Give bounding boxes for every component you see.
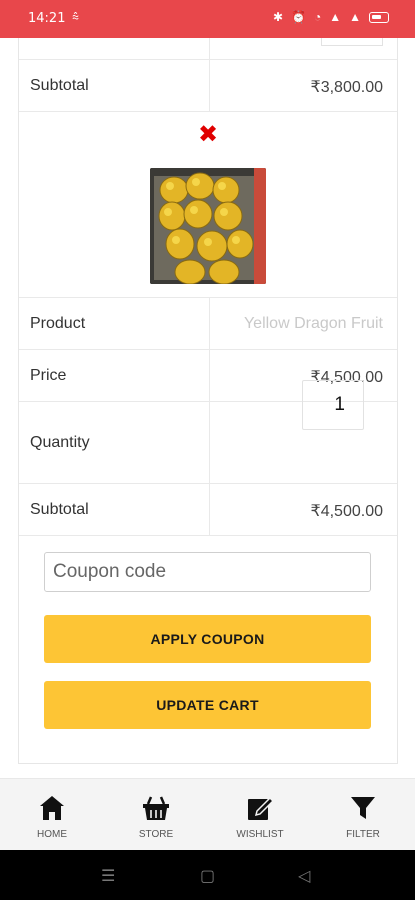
status-icons: ✱ ⏰ ◔ ▲ ▲ [273, 10, 389, 24]
table-row: Product Yellow Dragon Fruit [19, 298, 397, 350]
signal-wave-icon: ⩯ [72, 10, 80, 24]
menu-icon[interactable]: ☰ [101, 866, 115, 886]
table-row: Subtotal ₹3,800.00 [19, 60, 397, 112]
update-cart-button[interactable]: UPDATE CART [44, 681, 371, 729]
cell-signal-icon: ▲ [329, 10, 342, 24]
table-row: Subtotal ₹4,500.00 [19, 484, 397, 536]
subtotal-value: ₹3,800.00 [310, 79, 383, 96]
filter-icon [351, 797, 375, 819]
nav-label: FILTER [346, 829, 380, 840]
battery-icon [369, 11, 389, 23]
nav-store[interactable]: STORE [121, 779, 191, 851]
system-navigation-bar: ☰ ▢ ◁ [0, 850, 415, 900]
nav-filter[interactable]: FILTER [328, 779, 398, 851]
subtotal-value: ₹4,500.00 [310, 503, 383, 520]
quantity-label: Quantity [30, 434, 90, 451]
price-label: Price [30, 367, 67, 384]
coupon-code-input[interactable]: Coupon code [44, 552, 371, 592]
product-image-row: ✖ [19, 112, 397, 298]
edit-icon [248, 796, 275, 820]
table-row [19, 38, 397, 60]
alarm-icon: ⏰ [291, 10, 306, 24]
clock: 14:21 [28, 11, 66, 26]
home-icon [40, 796, 64, 820]
bluetooth-icon: ✱ [272, 10, 284, 24]
product-label: Product [30, 315, 86, 332]
product-name-link[interactable]: Yellow Dragon Fruit [244, 315, 383, 333]
nav-home[interactable]: HOME [17, 779, 87, 851]
wifi-icon: ◔ [313, 10, 322, 24]
home-button-icon[interactable]: ▢ [200, 866, 215, 886]
back-icon[interactable]: ◁ [298, 866, 310, 886]
basket-icon [143, 796, 169, 820]
quantity-input[interactable]: 1 [302, 380, 364, 430]
subtotal-label: Subtotal [30, 77, 89, 94]
quantity-input[interactable] [321, 38, 383, 46]
product-thumbnail [150, 168, 266, 284]
nav-label: HOME [37, 829, 67, 840]
cell-signal-icon: ▲ [349, 10, 361, 24]
close-x-icon[interactable]: ✖ [195, 122, 221, 148]
nav-label: STORE [138, 829, 174, 840]
apply-coupon-button[interactable]: APPLY COUPON [44, 615, 371, 663]
nav-wishlist[interactable]: WISHLIST [225, 779, 295, 851]
nav-label: WISHLIST [236, 829, 284, 840]
subtotal-label: Subtotal [30, 501, 89, 518]
bottom-navigation: HOME STORE WISHLIST FILTER [0, 778, 415, 850]
status-bar: 14:21 ⩯ ✱ ⏰ ◔ ▲ ▲ [0, 0, 415, 38]
